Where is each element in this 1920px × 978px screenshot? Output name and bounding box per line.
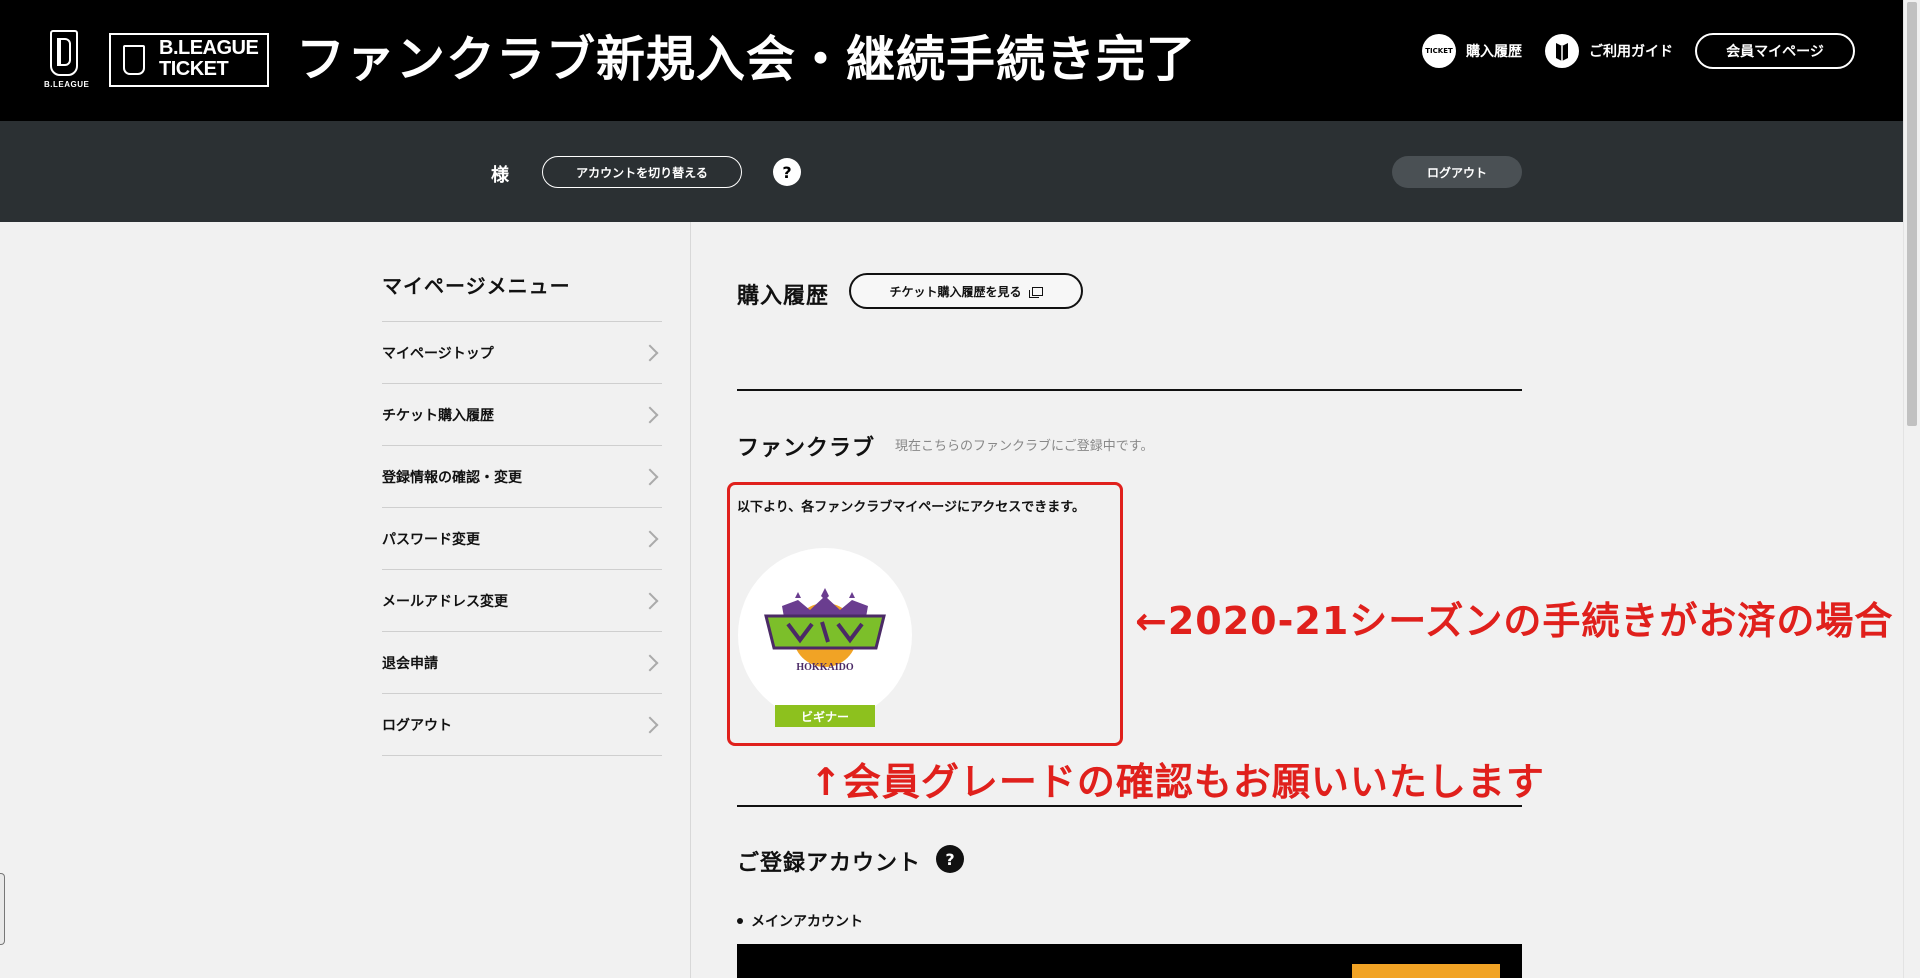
guide-book-icon [1545, 34, 1579, 68]
member-grade-badge: ビギナー [775, 705, 875, 727]
help-icon[interactable]: ? [773, 158, 801, 186]
purchase-history-title: 購入履歴 [737, 284, 830, 309]
column-divider [690, 222, 691, 978]
logout-button[interactable]: ログアウト [1392, 156, 1522, 188]
bleague-logo[interactable]: B.LEAGUE [44, 30, 90, 92]
login-button[interactable] [1352, 964, 1500, 978]
menu-item-withdrawal[interactable]: 退会申請 [382, 632, 662, 694]
help-icon[interactable]: ? [936, 845, 964, 873]
team-logo-icon: HOKKAIDO [764, 588, 886, 673]
menu-item-mypage-top[interactable]: マイページトップ [382, 322, 662, 384]
chevron-right-icon [641, 716, 659, 733]
view-ticket-history-label: チケット購入履歴を見る [889, 284, 1022, 299]
top-header: B.LEAGUE B.LEAGUE TICKET ファンクラブ新規入会・継続手続… [0, 0, 1903, 121]
header-purchase-history-label: 購入履歴 [1466, 44, 1522, 60]
fanclub-note: 現在こちらのファンクラブにご登録中です。 [895, 439, 1154, 454]
section-divider [737, 805, 1522, 807]
ticket-shield-icon [123, 45, 145, 75]
chevron-right-icon [641, 654, 659, 671]
bullet-icon [737, 918, 743, 924]
bleague-logo-label: B.LEAGUE [44, 80, 90, 89]
menu-item-registration-info[interactable]: 登録情報の確認・変更 [382, 446, 662, 508]
main-account-label: メインアカウント [737, 911, 863, 931]
external-link-icon [1028, 286, 1043, 298]
menu-item-email-change[interactable]: メールアドレス変更 [382, 570, 662, 632]
chevron-right-icon [641, 344, 659, 361]
page-title: ファンクラブ新規入会・継続手続き完了 [296, 31, 1197, 88]
account-honorific: 様 [491, 165, 509, 186]
registered-account-title: ご登録アカウント [737, 851, 922, 876]
header-guide-label: ご利用ガイド [1589, 44, 1673, 60]
chevron-right-icon [641, 406, 659, 423]
fanclub-access-text: 以下より、各ファンクラブマイページにアクセスできます。 [737, 500, 1086, 515]
fanclub-title: ファンクラブ [737, 436, 876, 461]
chevron-right-icon [641, 468, 659, 485]
bleague-shield-icon [50, 30, 78, 76]
team-logo-text: HOKKAIDO [796, 662, 853, 673]
chevron-right-icon [641, 530, 659, 547]
mypage-menu: マイページメニュー マイページトップ チケット購入履歴 登録情報の確認・変更 パ… [382, 270, 662, 756]
header-guide-link[interactable]: ご利用ガイド [1545, 33, 1673, 69]
fanclub-team-card[interactable]: HOKKAIDO [738, 548, 912, 722]
switch-account-button[interactable]: アカウントを切り替える [542, 156, 742, 188]
member-mypage-button[interactable]: 会員マイページ [1695, 33, 1855, 69]
menu-item-password-change[interactable]: パスワード変更 [382, 508, 662, 570]
main-account-card [737, 944, 1522, 978]
side-panel-handle[interactable] [0, 873, 5, 945]
annotation-grade-note: ↑会員グレードの確認もお願いいたします [810, 760, 1545, 804]
menu-title: マイページメニュー [382, 270, 662, 322]
menu-item-ticket-history[interactable]: チケット購入履歴 [382, 384, 662, 446]
bleague-ticket-logo[interactable]: B.LEAGUE TICKET [109, 33, 269, 87]
menu-item-logout[interactable]: ログアウト [382, 694, 662, 756]
chevron-right-icon [641, 592, 659, 609]
ticket-icon: TICKET [1422, 34, 1456, 68]
account-bar: 様 アカウントを切り替える ? ログアウト [0, 121, 1903, 222]
header-purchase-history-link[interactable]: TICKET 購入履歴 [1422, 33, 1522, 69]
scrollbar-thumb[interactable] [1907, 2, 1917, 426]
annotation-season-note: ←2020-21シーズンの手続きがお済の場合 [1135, 599, 1894, 643]
ticket-logo-line1: B.LEAGUE [159, 37, 259, 59]
view-ticket-history-button[interactable]: チケット購入履歴を見る [849, 273, 1083, 309]
ticket-logo-line2: TICKET [159, 58, 229, 80]
section-divider [737, 389, 1522, 391]
